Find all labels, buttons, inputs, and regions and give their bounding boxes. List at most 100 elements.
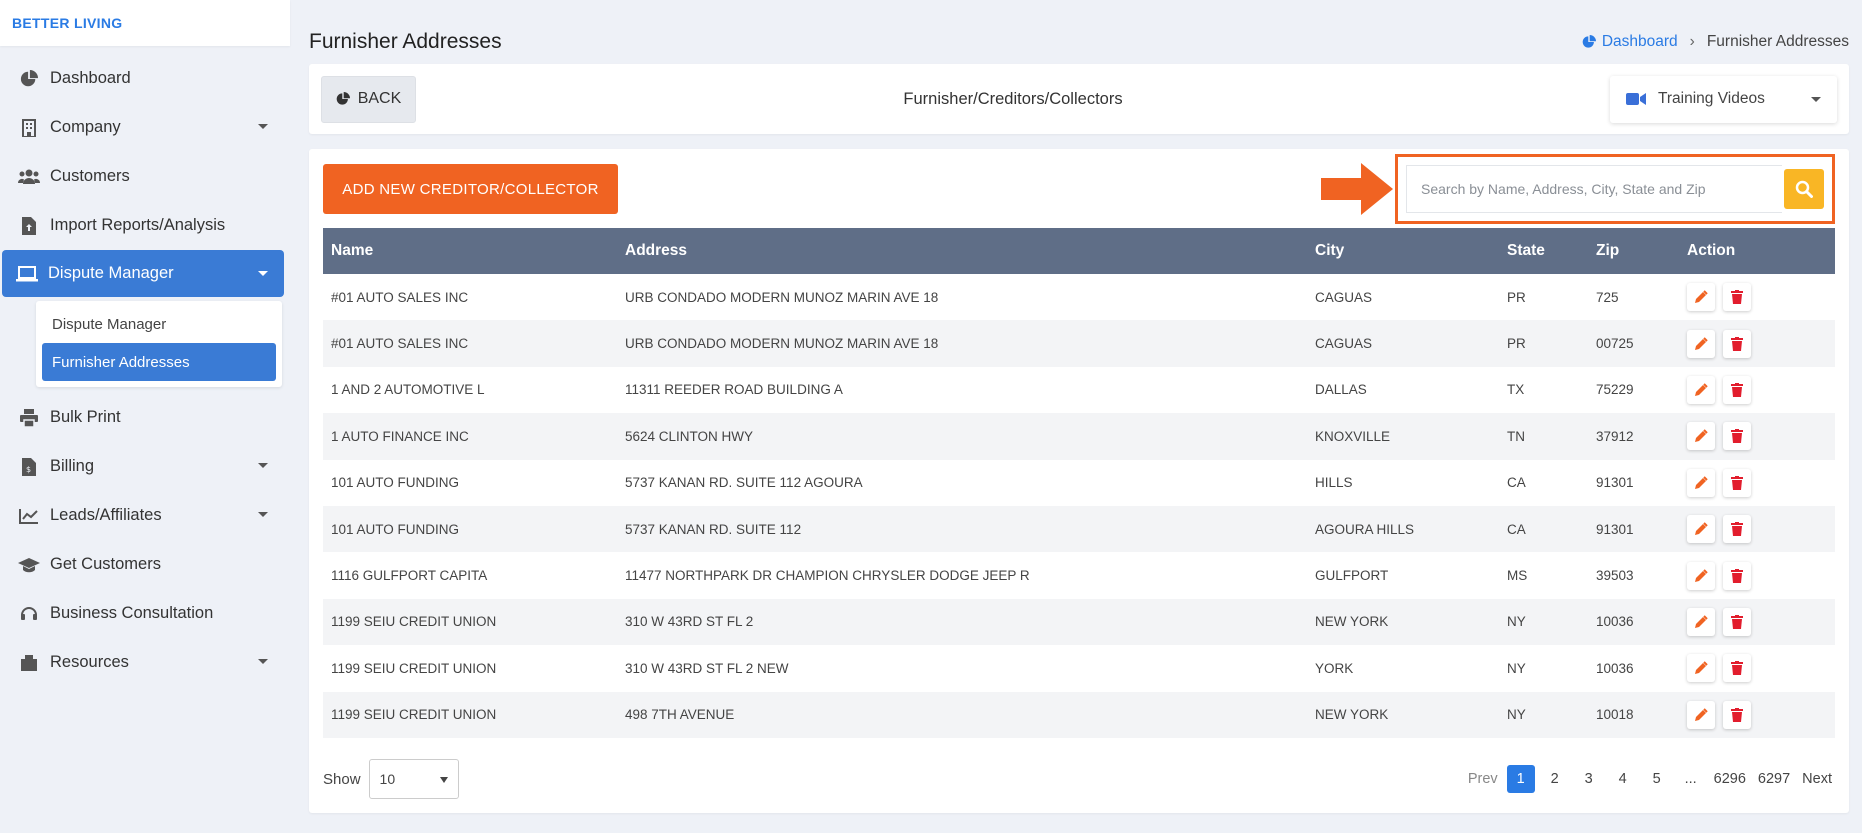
- brand-logo[interactable]: BETTER LIVING: [0, 0, 290, 46]
- delete-button[interactable]: [1723, 654, 1751, 683]
- delete-button[interactable]: [1723, 375, 1751, 404]
- search-icon: [1795, 180, 1813, 198]
- sidebar-item-dispute-manager[interactable]: Dispute Manager: [2, 250, 284, 297]
- column-header-city[interactable]: City: [1307, 228, 1499, 274]
- edit-button[interactable]: [1687, 375, 1715, 404]
- edit-button[interactable]: [1687, 607, 1715, 636]
- cell-city: DALLAS: [1315, 382, 1367, 398]
- chevron-down-icon: [258, 463, 268, 468]
- page-3[interactable]: 3: [1575, 765, 1603, 793]
- cell-zip: 91301: [1596, 475, 1634, 491]
- page-6296[interactable]: 6296: [1711, 765, 1749, 793]
- sidebar-item-company[interactable]: Company: [0, 103, 290, 152]
- sidebar-item-label: Billing: [50, 457, 95, 475]
- column-header-zip[interactable]: Zip: [1588, 228, 1679, 274]
- sidebar-item-get-customers[interactable]: Get Customers: [0, 540, 290, 589]
- toolbar-title: Furnisher/Creditors/Collectors: [903, 89, 1123, 108]
- delete-button[interactable]: [1723, 700, 1751, 729]
- column-header-address[interactable]: Address: [617, 228, 1307, 274]
- cell-name: 1 AND 2 AUTOMOTIVE L: [331, 382, 485, 398]
- sidebar-item-label: Dispute Manager: [48, 264, 174, 282]
- sidebar-item-bulk-print[interactable]: Bulk Print: [0, 393, 290, 442]
- back-button-label: BACK: [357, 90, 402, 107]
- submenu-item-furnisher-addresses[interactable]: Furnisher Addresses: [42, 343, 276, 381]
- pencil-icon: [1695, 336, 1708, 350]
- row-actions: [1687, 283, 1835, 312]
- furnisher-table: Name Address City State Zip Action #01 A…: [323, 228, 1835, 738]
- pencil-icon: [1695, 615, 1708, 628]
- page-6297[interactable]: 6297: [1755, 765, 1793, 793]
- delete-button[interactable]: [1723, 283, 1751, 312]
- page-5[interactable]: 5: [1643, 765, 1671, 793]
- delete-button[interactable]: [1723, 468, 1751, 497]
- column-header-name[interactable]: Name: [323, 228, 617, 274]
- column-header-state[interactable]: State: [1499, 228, 1588, 274]
- file-upload-icon: [18, 215, 40, 237]
- edit-button[interactable]: [1687, 468, 1715, 497]
- page-2[interactable]: 2: [1541, 765, 1569, 793]
- sidebar-item-billing[interactable]: $ Billing: [0, 442, 290, 491]
- breadcrumb-dashboard-link[interactable]: Dashboard: [1582, 33, 1678, 51]
- cell-state: TN: [1507, 428, 1525, 444]
- search-button[interactable]: [1784, 169, 1824, 209]
- table-row: 1 AUTO FINANCE INC 5624 CLINTON HWY KNOXVI…: [323, 413, 1835, 460]
- cell-name: 1 AUTO FINANCE INC: [331, 428, 469, 444]
- sidebar-item-business-consultation[interactable]: Business Consultation: [0, 589, 290, 638]
- sidebar-item-import-reports[interactable]: Import Reports/Analysis: [0, 201, 290, 250]
- edit-button[interactable]: [1687, 561, 1715, 590]
- edit-button[interactable]: [1687, 283, 1715, 312]
- delete-button[interactable]: [1723, 561, 1751, 590]
- delete-button[interactable]: [1723, 607, 1751, 636]
- row-actions: [1687, 607, 1835, 636]
- prev-page-button[interactable]: Prev: [1465, 765, 1501, 793]
- pencil-icon: [1695, 661, 1708, 675]
- cell-name: 101 AUTO FUNDING: [331, 521, 460, 537]
- cell-zip: 10018: [1596, 707, 1634, 723]
- sidebar-item-leads-affiliates[interactable]: Leads/Affiliates: [0, 491, 290, 540]
- pencil-icon: [1695, 383, 1708, 396]
- edit-button[interactable]: [1687, 654, 1715, 683]
- edit-button[interactable]: [1687, 515, 1715, 544]
- page-size-select[interactable]: 10: [368, 759, 459, 799]
- submenu-item-dispute-manager[interactable]: Dispute Manager: [42, 305, 276, 343]
- sidebar-item-label: Bulk Print: [50, 408, 121, 426]
- sidebar-item-resources[interactable]: Resources: [0, 638, 290, 687]
- page-1[interactable]: 1: [1506, 765, 1535, 793]
- sidebar-nav: Dashboard Company Customers Import Repor…: [0, 54, 290, 687]
- edit-button[interactable]: [1687, 700, 1715, 729]
- building-icon: [18, 117, 40, 139]
- cell-address: 5737 KANAN RD. SUITE 112 AGOURA: [625, 475, 863, 491]
- sidebar-item-label: Resources: [50, 653, 129, 671]
- cell-action: [1679, 460, 1835, 506]
- breadcrumb-current: Furnisher Addresses: [1706, 33, 1849, 50]
- cell-address: 310 W 43RD ST FL 2 NEW: [625, 660, 789, 676]
- cell-action: [1679, 645, 1835, 691]
- page-4[interactable]: 4: [1609, 765, 1637, 793]
- sidebar-item-dashboard[interactable]: Dashboard: [0, 54, 290, 103]
- chevron-down-icon: [258, 659, 268, 664]
- cell-address: URB CONDADO MODERN MUNOZ MARIN AVE 18: [625, 289, 939, 305]
- arrow-right-icon: [1321, 163, 1393, 215]
- next-page-button[interactable]: Next: [1799, 765, 1835, 793]
- row-actions: [1687, 515, 1835, 544]
- search-input[interactable]: [1406, 165, 1782, 213]
- sidebar-item-customers[interactable]: Customers: [0, 152, 290, 201]
- add-creditor-button[interactable]: ADD NEW CREDITOR/COLLECTOR: [323, 164, 618, 214]
- show-label: Show: [323, 770, 361, 788]
- edit-button[interactable]: [1687, 329, 1715, 358]
- table-row: 1116 GULFPORT CAPITA 11477 NORTHPARK DR C…: [323, 552, 1835, 598]
- cell-action: [1679, 320, 1835, 366]
- pie-chart-icon: [1582, 35, 1596, 48]
- edit-button[interactable]: [1687, 422, 1715, 451]
- delete-button[interactable]: [1723, 422, 1751, 451]
- training-videos-dropdown[interactable]: Training Videos: [1610, 75, 1837, 123]
- cell-action: [1679, 599, 1835, 645]
- delete-button[interactable]: [1723, 515, 1751, 544]
- back-button[interactable]: BACK: [321, 75, 416, 123]
- trash-icon: [1731, 382, 1743, 397]
- sidebar-item-label: Company: [50, 118, 121, 136]
- cell-state: NY: [1507, 614, 1526, 630]
- delete-button[interactable]: [1723, 329, 1751, 358]
- cell-state: MS: [1507, 568, 1528, 584]
- table-row: 1 AND 2 AUTOMOTIVE L 11311 REEDER ROAD BU…: [323, 367, 1835, 413]
